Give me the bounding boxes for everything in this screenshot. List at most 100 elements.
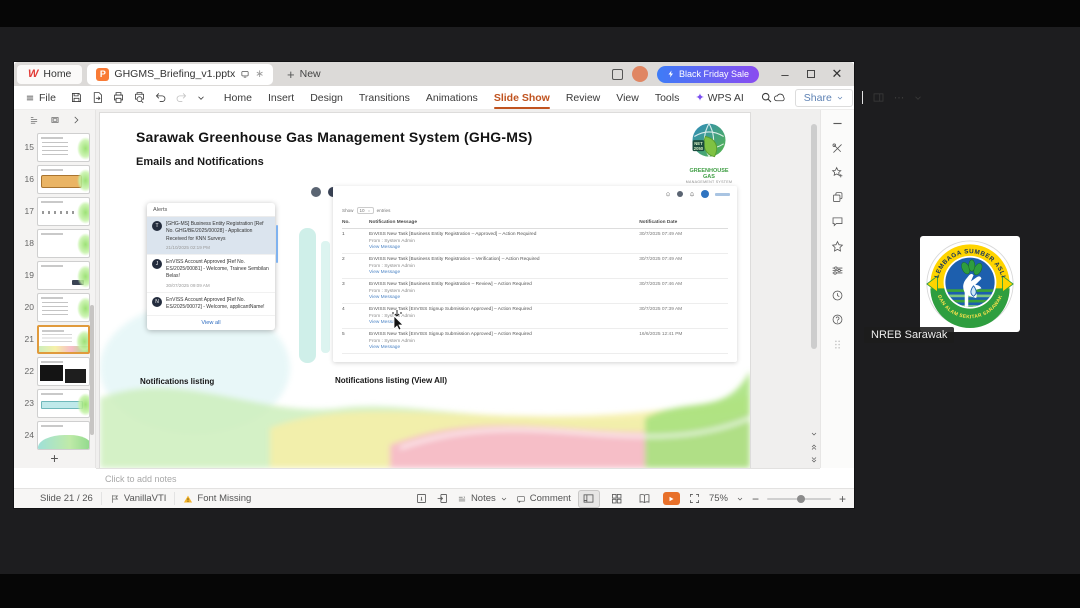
slide-view-icon[interactable] [50,115,60,125]
slide-thumbnail-23[interactable] [37,389,90,418]
favorites-star-icon[interactable] [831,240,844,253]
divider [861,91,863,104]
slide-sorter-view-button[interactable] [607,491,627,507]
menu-design[interactable]: Design [310,89,343,107]
menu-animations[interactable]: Animations [426,89,478,107]
menu-insert[interactable]: Insert [268,89,294,107]
toolbar-chevron-down-icon[interactable] [196,93,206,103]
menu-transitions[interactable]: Transitions [359,89,410,107]
slide-thumbnail-19[interactable] [37,261,90,290]
tools-icon[interactable] [831,142,844,155]
fit-to-screen-icon[interactable] [688,492,701,505]
menu-wps-ai[interactable]: ✦ WPS AI [695,88,743,107]
minimize-button[interactable]: – [772,63,798,85]
slide-number-icon[interactable] [415,492,428,505]
history-clock-icon[interactable] [831,289,844,302]
black-friday-sale-button[interactable]: Black Friday Sale [656,65,759,83]
table-row: 3 EnVISS New Task [Business Entity Regis… [342,279,728,304]
scroll-up-arrow[interactable] [808,112,820,120]
notes-toggle[interactable]: Notes [457,493,508,504]
search-icon[interactable] [760,91,773,104]
slide-title[interactable]: Sarawak Greenhouse Gas Management System… [136,129,532,145]
menu-view[interactable]: View [616,89,639,107]
row-from: From : System Admin [369,313,415,319]
slide-thumbnail-20[interactable] [37,293,90,322]
collapse-panel-chevron-icon[interactable] [71,115,81,125]
slide-thumbnail-21-selected[interactable] [37,325,90,354]
zoom-level[interactable]: 75% [709,493,728,504]
table-row: 5 EnVISS New Task [EnVISS Signup Submiss… [342,329,728,354]
print-preview-icon[interactable] [133,91,146,104]
row-message: EnVISS New Task [Business Entity Registr… [369,232,537,237]
nreb-emblem: LEMBAGA SUMBER ASLI DAN ALAM SEKITAR SAR… [926,240,1014,328]
zoom-out-button[interactable]: − [752,492,759,506]
window-tab-bar: W Home P GHGMS_Briefing_v1.pptx ∗ + New … [14,62,854,86]
next-slide-button[interactable] [810,456,818,464]
panel-scrollbar[interactable] [90,305,94,435]
cloud-sync-icon[interactable] [773,91,786,104]
maximize-button[interactable] [798,63,824,85]
slide-thumbnail-17[interactable] [37,197,90,226]
add-slide-button[interactable]: + [14,449,95,467]
document-tab[interactable]: P GHGMS_Briefing_v1.pptx ∗ [87,63,274,85]
notes-pane[interactable]: Click to add notes [96,468,820,488]
slide-thumbnail-16[interactable] [37,165,90,194]
tab-list-icon[interactable] [611,68,623,80]
account-avatar[interactable] [631,66,648,82]
comment-button[interactable]: Comment [516,493,571,504]
slide-thumbnail-22[interactable] [37,357,90,386]
zoom-chevron-icon[interactable] [736,495,744,503]
theme-indicator[interactable]: VanillaVTI [110,493,166,504]
menu-home[interactable]: Home [224,89,252,107]
help-question-icon[interactable] [831,313,844,326]
file-menu[interactable]: File [14,92,64,104]
table-row: 2 EnVISS New Task [Business Entity Regis… [342,254,728,279]
save-icon[interactable] [70,91,83,104]
menu-review[interactable]: Review [566,89,600,107]
new-tab-button[interactable]: + New [287,67,321,82]
font-missing-label: Font Missing [197,493,252,504]
outline-view-icon[interactable] [29,115,39,125]
zoom-slider[interactable] [766,494,831,503]
zoom-slider-handle[interactable] [796,494,805,503]
undo-icon[interactable] [154,91,167,104]
comment-icon[interactable] [831,215,844,228]
share-button[interactable]: Share [794,88,853,107]
play-from-slide-icon[interactable] [436,492,449,505]
normal-view-button[interactable] [578,490,599,507]
slide-thumbnail-18[interactable] [37,229,90,258]
apps-grid-icon[interactable] [831,338,844,351]
redo-icon[interactable] [175,91,188,104]
collapse-ribbon-icon[interactable] [913,93,923,103]
task-pane-icon[interactable] [872,91,885,104]
slide-21[interactable]: Sarawak Greenhouse Gas Management System… [100,113,750,468]
editor-scrollbar[interactable] [808,110,820,468]
portal-username-placeholder [715,192,730,196]
scrollbar-thumb[interactable] [811,124,817,349]
alerts-panel: Alerts T [GHG-MS] Business Entity Regist… [147,203,278,330]
participant-video-tile[interactable]: LEMBAGA SUMBER ASLI DAN ALAM SEKITAR SAR… [920,236,1020,332]
zoom-in-button[interactable]: + [839,492,846,506]
menu-slide-show[interactable]: Slide Show [493,89,550,109]
previous-slide-button[interactable] [810,443,818,451]
copy-shapes-icon[interactable] [831,191,844,204]
slideshow-play-button[interactable] [662,492,680,505]
export-icon[interactable] [91,91,104,104]
star-add-icon[interactable] [831,166,844,179]
font-missing-warning[interactable]: Font Missing [183,493,251,504]
print-icon[interactable] [112,91,125,104]
quick-access-toolbar [64,91,212,104]
slide-thumbnail-15[interactable] [37,133,90,162]
slide-thumbnail-24[interactable] [37,421,90,450]
reading-view-button[interactable] [635,491,655,507]
slide-subtitle[interactable]: Emails and Notifications [136,156,264,168]
collapse-sidebar-icon[interactable] [831,117,844,130]
more-options-icon[interactable]: ⋯ [894,92,905,104]
row-no: 2 [342,257,345,262]
home-tab[interactable]: W Home [17,64,83,84]
close-button[interactable]: ✕ [824,63,850,85]
scroll-down-arrow[interactable] [810,430,818,438]
scrollbar-bottom-buttons [808,430,820,464]
menu-tools[interactable]: Tools [655,89,680,107]
settings-sliders-icon[interactable] [831,264,844,277]
